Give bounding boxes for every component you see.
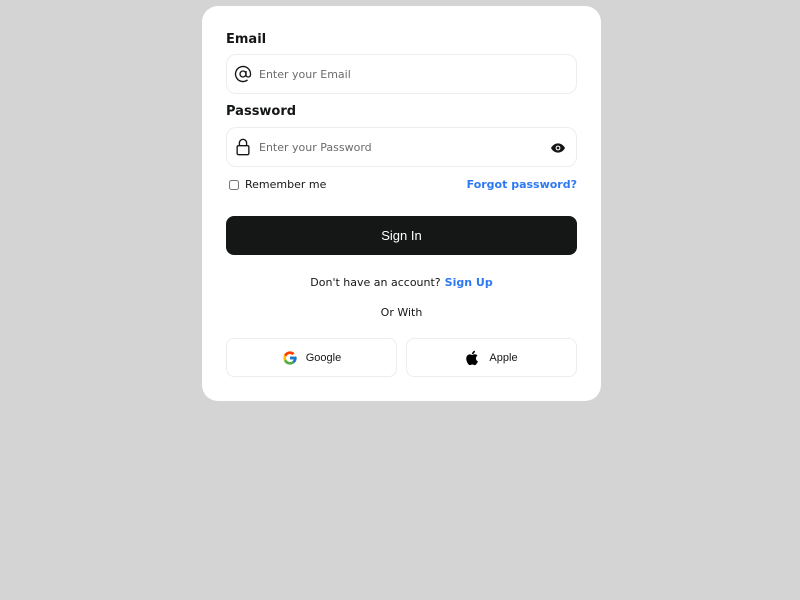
at-icon [233, 64, 253, 84]
lock-icon [233, 137, 253, 157]
apple-button[interactable]: Apple [406, 338, 577, 377]
remember-forgot-row: Remember me Forgot password? [226, 178, 577, 194]
remember-label: Remember me [245, 178, 327, 191]
forgot-password-link[interactable]: Forgot password? [467, 178, 577, 191]
signin-button[interactable]: Sign In [226, 216, 577, 255]
eye-icon[interactable] [550, 140, 566, 156]
password-input-wrapper[interactable] [226, 127, 577, 167]
signin-card: Email Password Rem [202, 6, 601, 401]
remember-checkbox[interactable] [229, 179, 239, 190]
or-with-text: Or With [380, 306, 423, 319]
google-icon [282, 350, 298, 366]
apple-label: Apple [489, 351, 518, 364]
email-input[interactable] [259, 61, 519, 87]
no-account-text: Don't have an account? [310, 276, 441, 289]
apple-icon [465, 350, 481, 366]
password-label: Password [226, 104, 297, 119]
email-label: Email [226, 32, 267, 47]
no-account-row: Don't have an account? Sign Up [202, 276, 601, 289]
remember-me[interactable]: Remember me [226, 178, 326, 191]
google-button[interactable]: Google [226, 338, 397, 377]
password-input[interactable] [259, 134, 519, 160]
signup-link[interactable]: Sign Up [445, 276, 493, 289]
google-label: Google [305, 351, 342, 364]
email-input-wrapper[interactable] [226, 54, 577, 94]
